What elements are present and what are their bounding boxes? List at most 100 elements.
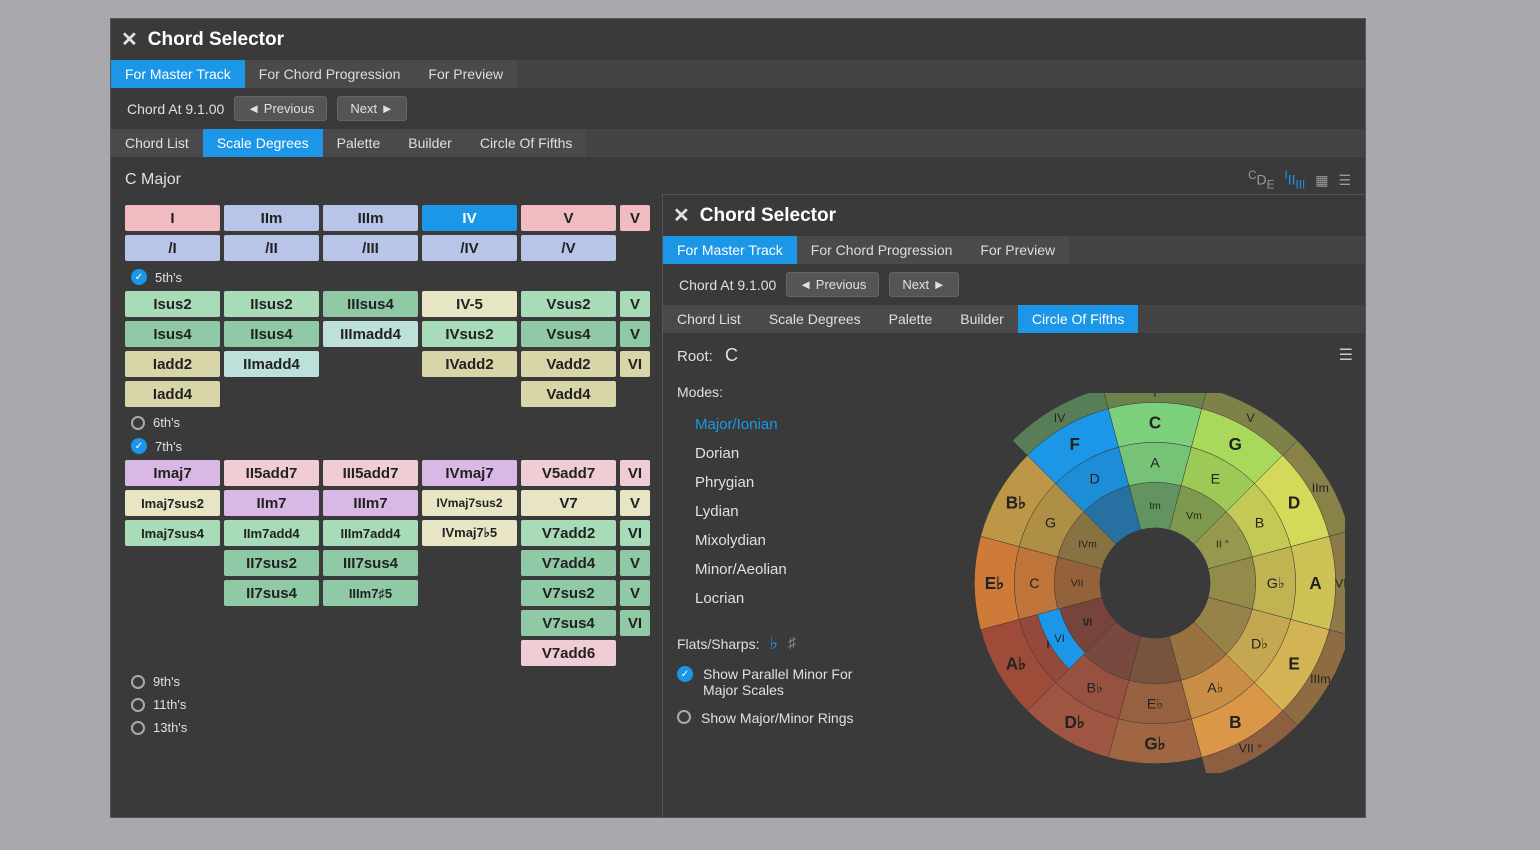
tab-chord-progression[interactable]: For Chord Progression [797,236,967,264]
chord[interactable]: IIm7 [224,490,319,516]
chord[interactable]: Imaj7sus4 [125,520,220,546]
chord[interactable]: V [620,490,650,516]
chord-slash-III[interactable]: /III [323,235,418,261]
chord[interactable]: IIsus4 [224,321,319,347]
chord[interactable]: Imaj7sus2 [125,490,220,516]
chord[interactable]: V7sus4 [521,610,616,636]
chord[interactable]: IVmaj7sus2 [422,490,517,516]
close-icon[interactable]: ✕ [121,27,138,52]
close-icon[interactable]: ✕ [673,203,690,228]
chord-IIm[interactable]: IIm [224,205,319,231]
view-roman-icon[interactable]: IIIIII [1284,169,1305,191]
chord-V[interactable]: V [521,205,616,231]
chord[interactable]: V [620,580,650,606]
tab-preview[interactable]: For Preview [966,236,1069,264]
chord-slash-IV[interactable]: /IV [422,235,517,261]
view-menu-icon[interactable]: ☰ [1338,172,1351,189]
chord[interactable]: V7sus2 [521,580,616,606]
chord[interactable]: Vadd4 [521,381,616,407]
chord[interactable]: IIIm7♯5 [323,580,418,606]
chord[interactable]: IIm7add4 [224,520,319,546]
tab-chord-progression[interactable]: For Chord Progression [245,60,415,88]
chord[interactable]: Imaj7 [125,460,220,486]
chord[interactable]: Iadd2 [125,351,220,377]
subtab-scale-degrees[interactable]: Scale Degrees [755,305,875,333]
chord[interactable]: IVadd2 [422,351,517,377]
tab-preview[interactable]: For Preview [414,60,517,88]
chord-I[interactable]: I [125,205,220,231]
chord[interactable]: IIIm7add4 [323,520,418,546]
view-cde-icon[interactable]: CDE [1248,169,1274,191]
subtab-chord-list[interactable]: Chord List [663,305,755,333]
sharp-toggle[interactable]: ♯ [788,635,796,653]
chord[interactable]: Vadd2 [521,351,616,377]
chord[interactable]: III5add7 [323,460,418,486]
tab-master-track[interactable]: For Master Track [111,60,245,88]
subtab-palette[interactable]: Palette [323,129,395,157]
menu-icon[interactable]: ☰ [1339,345,1353,365]
svg-text:A: A [1309,574,1321,593]
svg-text:IVm: IVm [1078,540,1097,551]
chord[interactable]: II5add7 [224,460,319,486]
subtab-builder[interactable]: Builder [394,129,466,157]
svg-text:B: B [1255,516,1265,532]
svg-text:G: G [1045,516,1056,532]
chord[interactable]: II7sus2 [224,550,319,576]
chord[interactable]: V [620,291,650,317]
next-button[interactable]: Next ► [337,96,406,121]
chord-IV[interactable]: IV [422,205,517,231]
chord[interactable]: IIIm7 [323,490,418,516]
next-button[interactable]: Next ► [889,272,958,297]
chord-V-cut[interactable]: V [620,205,650,231]
chord[interactable]: V [620,550,650,576]
subtab-circle-fifths[interactable]: Circle Of Fifths [466,129,587,157]
prev-button[interactable]: ◄ Previous [786,272,879,297]
label-9ths: 9th's [153,674,180,689]
subtab-chord-list[interactable]: Chord List [111,129,203,157]
chord[interactable]: VI [620,351,650,377]
label-5ths: 5th's [155,270,182,285]
chord[interactable]: Isus4 [125,321,220,347]
circle-of-fifths[interactable]: CAGEDBAG♭ED♭BA♭G♭E♭D♭B♭A♭FE♭CB♭GFDIVIImV… [965,393,1345,773]
chord[interactable]: Iadd4 [125,381,220,407]
svg-text:VII °: VII ° [1239,742,1263,756]
chord[interactable]: VI [620,610,650,636]
radio-icon [131,698,145,712]
chord-slash-V[interactable]: /V [521,235,616,261]
chord[interactable]: VI [620,460,650,486]
chord[interactable]: IVmaj7♭5 [422,520,517,546]
chord[interactable]: V7 [521,490,616,516]
chord[interactable]: IV-5 [422,291,517,317]
chord[interactable]: Isus2 [125,291,220,317]
chord-position: Chord At 9.1.00 [127,101,224,117]
chord[interactable]: VI [620,520,650,546]
chord[interactable]: V7add2 [521,520,616,546]
subtab-scale-degrees[interactable]: Scale Degrees [203,129,323,157]
subtab-builder[interactable]: Builder [946,305,1018,333]
chord[interactable]: V [620,321,650,347]
prev-button[interactable]: ◄ Previous [234,96,327,121]
chord[interactable]: IVsus2 [422,321,517,347]
chord[interactable]: Vsus2 [521,291,616,317]
chord[interactable]: IIsus2 [224,291,319,317]
subtab-palette[interactable]: Palette [875,305,947,333]
chord[interactable]: V5add7 [521,460,616,486]
chord[interactable]: Vsus4 [521,321,616,347]
chord[interactable]: IImadd4 [224,351,319,377]
root-value[interactable]: C [725,345,738,365]
chord[interactable]: II7sus4 [224,580,319,606]
chord[interactable]: V7add4 [521,550,616,576]
subtab-circle-fifths[interactable]: Circle Of Fifths [1018,305,1139,333]
chord[interactable]: V7add6 [521,640,616,666]
check-icon: ✓ [131,438,147,454]
chord[interactable]: III7sus4 [323,550,418,576]
chord-slash-I[interactable]: /I [125,235,220,261]
chord[interactable]: IIImadd4 [323,321,418,347]
flat-toggle[interactable]: ♭ [769,633,778,654]
tab-master-track[interactable]: For Master Track [663,236,797,264]
chord-IIIm[interactable]: IIIm [323,205,418,231]
chord[interactable]: IVmaj7 [422,460,517,486]
view-grid-icon[interactable]: ▦ [1315,172,1328,189]
chord[interactable]: IIIsus4 [323,291,418,317]
chord-slash-II[interactable]: /II [224,235,319,261]
